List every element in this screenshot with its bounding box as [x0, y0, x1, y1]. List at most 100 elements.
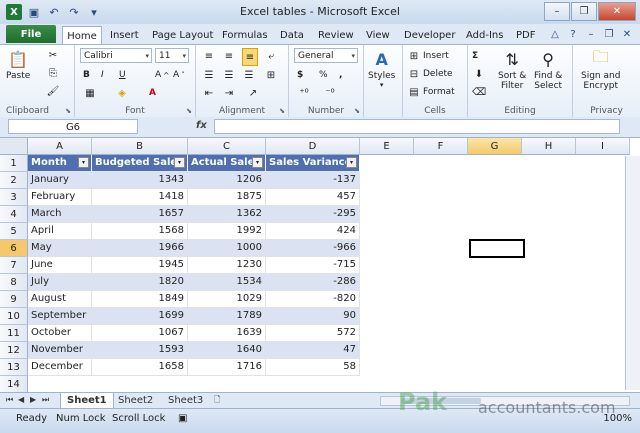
fx-icon[interactable]: fx: [196, 120, 207, 131]
table-cell[interactable]: 1067: [92, 325, 188, 342]
minimize-button[interactable]: –: [544, 2, 570, 21]
workbook-restore-icon[interactable]: ❐: [602, 27, 616, 41]
align-bottom-button[interactable]: ≡: [242, 48, 258, 66]
styles-button[interactable]: A Styles ▾: [368, 47, 395, 90]
bold-button[interactable]: B: [83, 67, 90, 83]
table-cell[interactable]: September: [28, 308, 92, 325]
font-color-button[interactable]: A: [149, 85, 156, 101]
table-cell[interactable]: 1945: [92, 257, 188, 274]
tab-insert[interactable]: Insert: [110, 26, 139, 44]
table-cell[interactable]: 1593: [92, 342, 188, 359]
workbook-close-icon[interactable]: ✕: [620, 27, 634, 41]
table-cell[interactable]: 1699: [92, 308, 188, 325]
formula-input[interactable]: [214, 119, 620, 134]
table-cell[interactable]: -966: [266, 240, 360, 257]
fill-button[interactable]: ⬇: [472, 66, 486, 82]
format-cells-button[interactable]: ▤ Format: [407, 84, 454, 100]
table-cell[interactable]: 1534: [188, 274, 266, 291]
table-cell[interactable]: 1418: [92, 189, 188, 206]
table-cell[interactable]: 424: [266, 223, 360, 240]
dialog-launcher-icon[interactable]: ⬊: [65, 107, 71, 115]
table-cell[interactable]: 1343: [92, 172, 188, 189]
clear-button[interactable]: ⌫: [472, 84, 486, 100]
tab-view[interactable]: View: [366, 26, 390, 44]
column-header-i[interactable]: I: [576, 138, 630, 155]
prev-sheet-icon[interactable]: ◀: [18, 395, 24, 404]
sheet-tab-sheet2[interactable]: Sheet2: [112, 393, 159, 408]
row-header-11[interactable]: 11: [0, 325, 28, 342]
workbook-minimize-icon[interactable]: –: [584, 27, 598, 41]
table-cell[interactable]: -137: [266, 172, 360, 189]
last-sheet-icon[interactable]: ⏭: [42, 395, 49, 405]
cut-button[interactable]: ✂: [46, 47, 60, 63]
active-cell-g6[interactable]: [469, 239, 525, 258]
align-center-button[interactable]: ☰: [222, 67, 236, 83]
align-right-button[interactable]: ☰: [242, 67, 256, 83]
percent-button[interactable]: %: [319, 67, 328, 83]
wrap-text-button[interactable]: ⤶: [264, 48, 278, 64]
align-left-button[interactable]: ☰: [202, 67, 216, 83]
filter-dropdown-icon[interactable]: ▾: [78, 157, 89, 168]
tab-file[interactable]: File: [6, 25, 56, 43]
table-cell[interactable]: October: [28, 325, 92, 342]
increase-indent-button[interactable]: ⇥: [222, 85, 236, 101]
align-middle-button[interactable]: ≡: [222, 48, 236, 64]
table-cell[interactable]: 1849: [92, 291, 188, 308]
row-header-4[interactable]: 4: [0, 206, 28, 223]
delete-cells-button[interactable]: ⊟ Delete: [407, 66, 453, 82]
underline-button[interactable]: U: [119, 67, 126, 83]
tab-pdf[interactable]: PDF: [516, 26, 535, 44]
tab-review[interactable]: Review: [318, 26, 354, 44]
grow-font-button[interactable]: A ^: [155, 67, 169, 83]
row-header-7[interactable]: 7: [0, 257, 28, 274]
table-cell[interactable]: 90: [266, 308, 360, 325]
table-cell[interactable]: January: [28, 172, 92, 189]
table-cell[interactable]: 1820: [92, 274, 188, 291]
table-cell[interactable]: -295: [266, 206, 360, 223]
row-header-9[interactable]: 9: [0, 291, 28, 308]
column-header-a[interactable]: A: [28, 138, 92, 155]
vertical-scrollbar[interactable]: [625, 156, 640, 390]
column-header-h[interactable]: H: [522, 138, 576, 155]
next-sheet-icon[interactable]: ▶: [30, 395, 36, 404]
table-cell[interactable]: 1029: [188, 291, 266, 308]
table-cell[interactable]: April: [28, 223, 92, 240]
column-header-c[interactable]: C: [188, 138, 266, 155]
merge-center-button[interactable]: ⊞: [264, 67, 278, 83]
shrink-font-button[interactable]: Aˇ: [173, 67, 185, 83]
table-cell[interactable]: February: [28, 189, 92, 206]
name-box[interactable]: G6: [8, 119, 138, 134]
row-header-8[interactable]: 8: [0, 274, 28, 291]
row-header-10[interactable]: 10: [0, 308, 28, 325]
sheet-tab-sheet3[interactable]: Sheet3: [162, 393, 209, 408]
row-header-6[interactable]: 6: [0, 240, 28, 257]
increase-decimal-button[interactable]: ⁺⁰: [297, 85, 311, 101]
filter-dropdown-icon[interactable]: ▾: [174, 157, 185, 168]
table-cell[interactable]: November: [28, 342, 92, 359]
table-cell[interactable]: 1568: [92, 223, 188, 240]
sheet-tab-sheet1[interactable]: Sheet1: [60, 393, 114, 409]
decrease-indent-button[interactable]: ⇤: [202, 85, 216, 101]
table-cell[interactable]: 47: [266, 342, 360, 359]
dialog-launcher-icon[interactable]: ⬊: [186, 107, 192, 115]
table-cell[interactable]: 1657: [92, 206, 188, 223]
table-cell[interactable]: 1716: [188, 359, 266, 376]
copy-button[interactable]: ⎘: [46, 65, 60, 81]
find-select-button[interactable]: ⚲ Find & Select: [534, 47, 562, 92]
table-cell[interactable]: 572: [266, 325, 360, 342]
table-cell[interactable]: 1206: [188, 172, 266, 189]
dialog-launcher-icon[interactable]: ⬊: [354, 107, 360, 115]
align-top-button[interactable]: ≡: [202, 48, 216, 64]
orientation-button[interactable]: ↗: [246, 85, 260, 101]
table-cell[interactable]: -715: [266, 257, 360, 274]
first-sheet-icon[interactable]: ⏮: [6, 395, 13, 405]
column-header-b[interactable]: B: [92, 138, 188, 155]
table-cell[interactable]: December: [28, 359, 92, 376]
autosum-button[interactable]: Σ: [472, 48, 478, 64]
close-button[interactable]: ✕: [598, 2, 636, 21]
row-header-13[interactable]: 13: [0, 359, 28, 376]
table-cell[interactable]: July: [28, 274, 92, 291]
fill-color-button[interactable]: ◈: [115, 85, 129, 101]
italic-button[interactable]: I: [101, 67, 104, 83]
table-cell[interactable]: May: [28, 240, 92, 257]
